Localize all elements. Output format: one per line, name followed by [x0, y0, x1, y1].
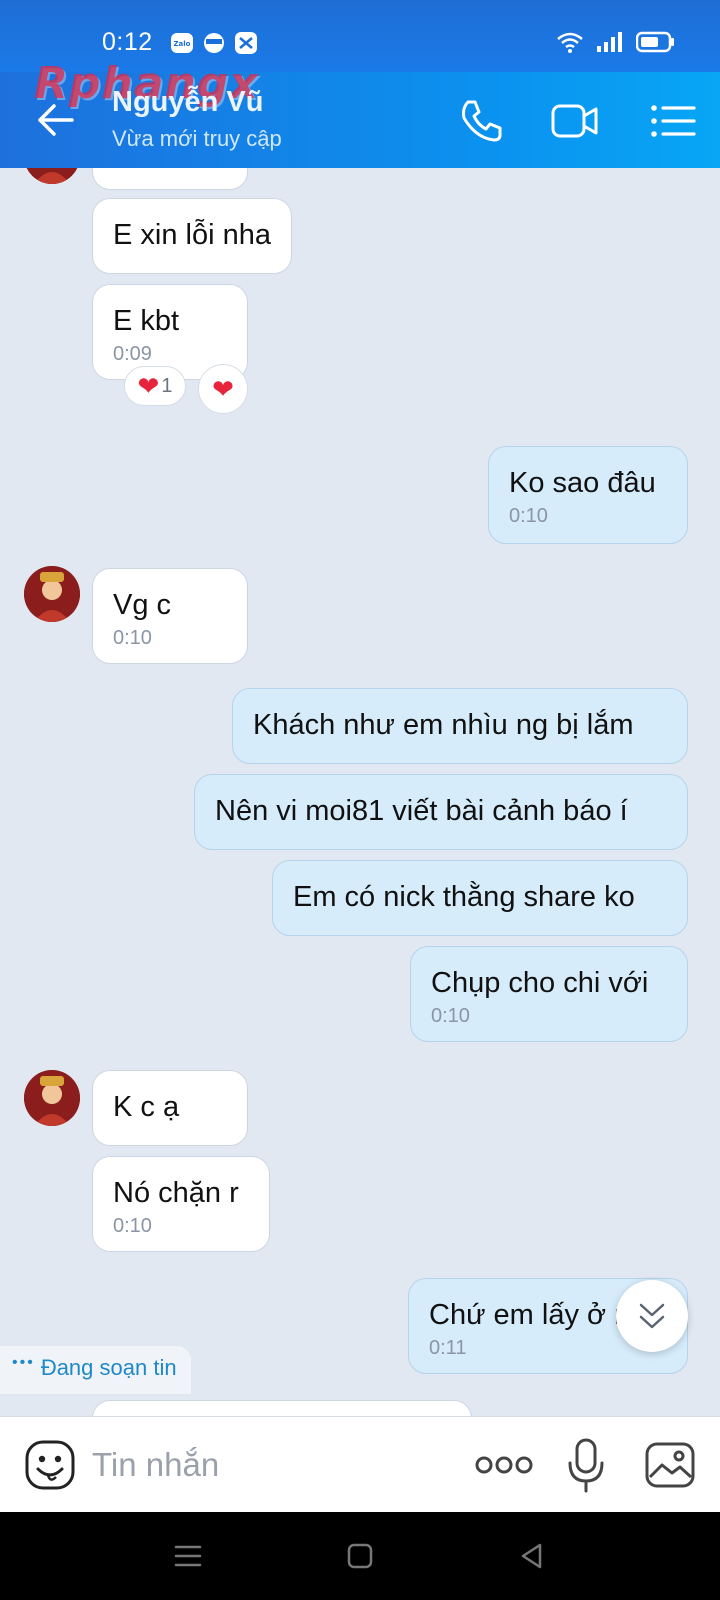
wifi-icon	[557, 32, 583, 53]
message-bubble-incoming[interactable]	[92, 168, 248, 190]
app-notification-icon	[204, 33, 224, 53]
svg-text:Zalo: Zalo	[173, 40, 190, 48]
contact-name[interactable]: Nguyễn Vũ	[112, 86, 263, 119]
contact-avatar[interactable]	[24, 566, 80, 622]
reaction-summary[interactable]: ❤ 1	[124, 366, 186, 406]
capcut-notification-icon	[235, 32, 257, 54]
typing-dots-icon: •••	[12, 1354, 35, 1371]
message-bubble-outgoing[interactable]: Chụp cho chi với 0:10	[410, 946, 688, 1042]
message-list[interactable]: E xin lỗi nha E kbt 0:09 ❤ 1 ❤ Ko sao đâ…	[0, 168, 720, 1416]
message-bubble-incoming[interactable]: K c ạ	[92, 1070, 248, 1146]
list-menu-icon[interactable]	[648, 96, 698, 146]
message-time: 0:09	[113, 343, 152, 365]
message-time: 0:10	[113, 1215, 152, 1237]
status-time: 0:12	[102, 28, 153, 56]
status-system-icons	[556, 30, 676, 54]
double-chevron-down-icon	[639, 1303, 665, 1329]
message-bubble-outgoing[interactable]: Khách như em nhìu ng bị lắm	[232, 688, 688, 764]
contact-avatar[interactable]	[24, 168, 80, 184]
contact-status: Vừa mới truy cập	[112, 126, 282, 151]
video-camera-icon[interactable]	[550, 96, 600, 146]
message-text: Vg c	[113, 589, 172, 621]
message-text: Chụp cho chi với	[431, 967, 649, 999]
microphone-icon[interactable]	[566, 1437, 606, 1493]
chat-header: Rphangx Nguyễn Vũ Vừa mới truy cập	[0, 58, 720, 168]
message-time: 0:10	[113, 627, 152, 649]
heart-icon: ❤	[212, 374, 234, 404]
message-text: Em có nick thằng share ko	[293, 881, 635, 913]
message-text: K c ạ	[113, 1091, 180, 1123]
message-text: Nó chặn r	[113, 1177, 239, 1209]
system-nav-bar	[0, 1512, 720, 1600]
message-bubble-outgoing[interactable]: Nên vi moi81 viết bài cảnh báo í	[194, 774, 688, 850]
typing-text: Đang soạn tin	[40, 1355, 177, 1380]
message-bubble-incoming[interactable]: E xin lỗi nha	[92, 198, 292, 274]
message-text: Ko sao đâu	[509, 467, 656, 499]
recent-apps-icon[interactable]	[170, 1538, 206, 1574]
message-bubble-outgoing[interactable]: Em có nick thằng share ko	[272, 860, 688, 936]
more-dots-icon[interactable]	[474, 1447, 534, 1483]
react-button[interactable]: ❤	[198, 364, 248, 414]
message-bubble-incoming[interactable]: Nó chặn r 0:10	[92, 1156, 270, 1252]
message-bubble-outgoing[interactable]: Ko sao đâu 0:10	[488, 446, 688, 544]
message-text: Nên vi moi81 viết bài cảnh báo í	[215, 795, 628, 827]
phone-icon[interactable]	[456, 96, 506, 146]
smiley-sticker-icon[interactable]	[24, 1439, 76, 1491]
message-bubble-incoming[interactable]	[92, 1400, 472, 1416]
home-icon[interactable]	[342, 1538, 378, 1574]
battery-icon	[636, 31, 674, 53]
contact-avatar[interactable]	[24, 1070, 80, 1126]
back-nav-icon[interactable]	[514, 1538, 550, 1574]
scroll-to-bottom-button[interactable]	[616, 1280, 688, 1352]
message-bubble-incoming[interactable]: Vg c 0:10	[92, 568, 248, 664]
message-time: 0:10	[509, 505, 548, 527]
reaction-count: 1	[161, 374, 173, 397]
message-text: E kbt	[113, 305, 180, 337]
message-time: 0:10	[431, 1005, 470, 1027]
status-notification-icons: Zalo	[170, 31, 258, 55]
message-text: Khách như em nhìu ng bị lắm	[253, 709, 634, 741]
heart-icon: ❤	[137, 371, 160, 401]
signal-icon	[597, 32, 622, 52]
message-input[interactable]	[92, 1437, 452, 1493]
zalo-notification-icon: Zalo	[171, 33, 193, 53]
message-text: E xin lỗi nha	[113, 219, 271, 251]
image-gallery-icon[interactable]	[644, 1439, 696, 1491]
composer-bar	[0, 1416, 720, 1512]
typing-indicator: ••• Đang soạn tin	[0, 1346, 191, 1394]
